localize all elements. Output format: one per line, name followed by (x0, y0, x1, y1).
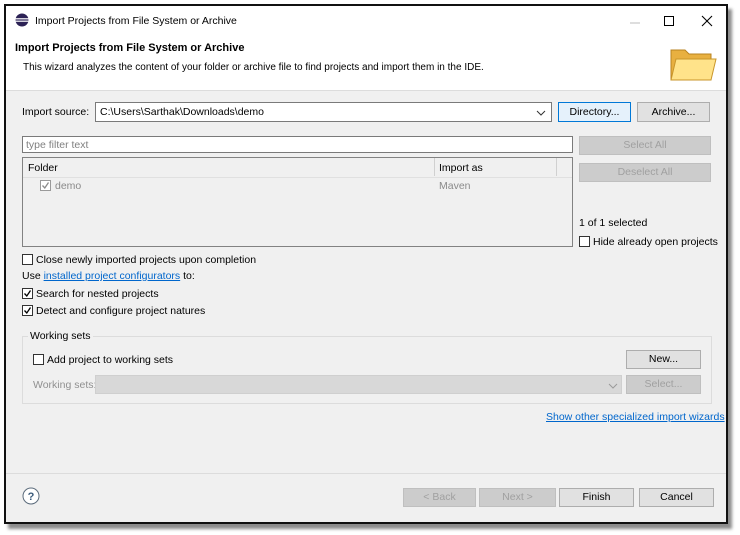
chevron-down-icon[interactable] (608, 381, 618, 389)
new-working-set-button[interactable]: New... (626, 350, 701, 369)
finish-button[interactable]: Finish (559, 488, 634, 507)
row-folder: demo (55, 180, 82, 192)
add-working-sets-label: Add project to working sets (47, 354, 174, 366)
chevron-down-icon[interactable] (536, 108, 546, 116)
detect-natures-checkbox[interactable] (22, 305, 33, 316)
filter-input[interactable]: type filter text (22, 136, 573, 153)
import-source-combo[interactable]: C:\Users\Sarthak\Downloads\demo (95, 102, 552, 122)
archive-button[interactable]: Archive... (637, 102, 710, 122)
next-button[interactable]: Next > (479, 488, 556, 507)
row-checkbox[interactable] (40, 180, 51, 191)
import-dialog: Import Projects from File System or Arch… (4, 4, 728, 524)
selected-count: 1 of 1 selected (579, 217, 648, 229)
wizard-description: This wizard analyzes the content of your… (23, 62, 484, 73)
add-working-sets-checkbox[interactable] (33, 354, 44, 365)
table-header: Folder Import as (23, 158, 572, 178)
projects-table[interactable]: Folder Import as demo Maven (22, 157, 573, 247)
select-working-sets-button[interactable]: Select... (626, 375, 701, 394)
working-sets-combo[interactable] (95, 375, 622, 394)
eclipse-logo-icon (15, 13, 29, 27)
back-button[interactable]: < Back (403, 488, 476, 507)
column-import-as[interactable]: Import as (439, 162, 483, 174)
filter-placeholder: type filter text (26, 139, 89, 151)
working-sets-label: Working sets: (33, 379, 97, 391)
column-folder[interactable]: Folder (28, 162, 58, 174)
use-suffix: to: (180, 270, 195, 282)
import-source-value: C:\Users\Sarthak\Downloads\demo (100, 106, 264, 118)
hide-open-label: Hide already open projects (593, 236, 718, 248)
folder-icon (668, 42, 718, 86)
search-nested-label: Search for nested projects (36, 288, 159, 300)
use-prefix: Use (22, 270, 44, 282)
deselect-all-button[interactable]: Deselect All (579, 163, 711, 182)
directory-button[interactable]: Directory... (558, 102, 631, 122)
working-sets-group-label: Working sets (28, 330, 93, 342)
close-icon[interactable] (700, 14, 714, 28)
other-wizards-link[interactable]: Show other specialized import wizards (546, 411, 725, 423)
cancel-button[interactable]: Cancel (639, 488, 714, 507)
select-all-button[interactable]: Select All (579, 136, 711, 155)
configurators-line: Use installed project configurators to: (22, 270, 195, 282)
configurators-link[interactable]: installed project configurators (44, 270, 181, 282)
wizard-header: Import Projects from File System or Arch… (6, 36, 726, 91)
close-projects-label: Close newly imported projects upon compl… (36, 254, 257, 266)
minimize-icon[interactable] (628, 14, 642, 28)
title-bar: Import Projects from File System or Arch… (6, 6, 726, 36)
close-projects-checkbox[interactable] (22, 254, 33, 265)
column-divider (434, 158, 435, 176)
svg-text:?: ? (28, 491, 35, 503)
footer-separator (6, 473, 726, 474)
help-icon[interactable]: ? (22, 487, 40, 505)
wizard-title: Import Projects from File System or Arch… (15, 42, 245, 54)
hide-open-checkbox[interactable] (579, 236, 590, 247)
detect-natures-label: Detect and configure project natures (36, 305, 206, 317)
table-row[interactable]: demo Maven (23, 178, 572, 194)
maximize-icon[interactable] (662, 14, 676, 28)
row-import-as: Maven (439, 180, 471, 192)
window-title: Import Projects from File System or Arch… (35, 15, 237, 27)
column-divider (556, 158, 557, 176)
search-nested-checkbox[interactable] (22, 288, 33, 299)
import-source-label: Import source: (22, 106, 90, 118)
